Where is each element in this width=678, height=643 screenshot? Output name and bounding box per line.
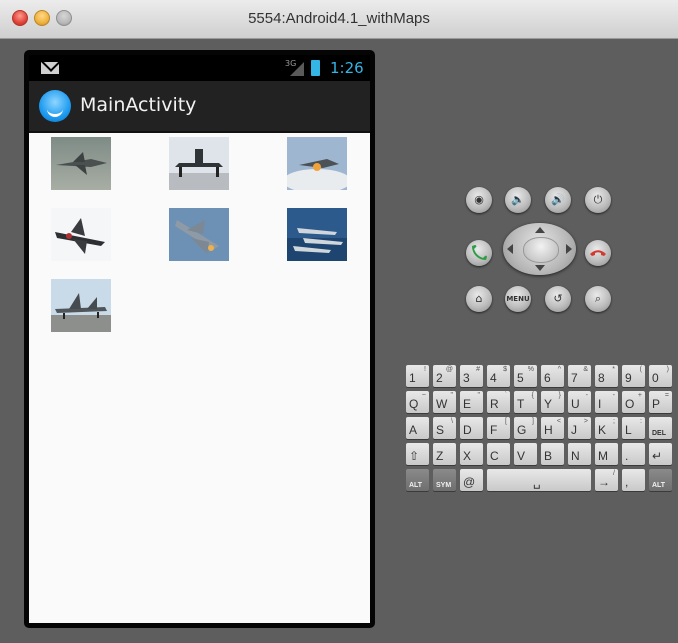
gallery-grid — [29, 133, 370, 623]
qwerty-keyboard: 1! 2 @ 3 # 4 $ 5% 6 ^ 7 & 8 * 9( 0) Q ~ W " E " R… — [406, 365, 672, 493]
back-icon: ↺ — [553, 292, 563, 305]
emulator-window: 5554:Android4.1_withMaps 3G 1:26 MainAct… — [0, 0, 678, 643]
camera-button[interactable]: ◉ — [466, 187, 492, 213]
key-alt-left[interactable]: ALT — [406, 469, 429, 491]
status-bar: 3G 1:26 — [29, 55, 370, 81]
key-alt-right[interactable]: ALT — [649, 469, 672, 491]
menu-button[interactable]: MENU — [505, 286, 531, 312]
gallery-image-6[interactable] — [287, 208, 347, 261]
dpad-right[interactable] — [566, 244, 572, 254]
back-button[interactable]: ↺ — [545, 286, 571, 312]
key-q[interactable]: Q ~ — [406, 391, 429, 413]
key-d[interactable]: D — [460, 417, 483, 439]
gallery-image-3[interactable] — [287, 137, 347, 190]
key-w[interactable]: W " — [433, 391, 456, 413]
key-u[interactable]: U- — [568, 391, 591, 413]
battery-icon — [311, 60, 320, 76]
search-button[interactable]: ⌕ — [585, 286, 611, 312]
key-b[interactable]: B — [541, 443, 564, 465]
activity-title: MainActivity — [80, 94, 197, 116]
power-button[interactable]: ⏻ — [585, 187, 611, 213]
key-m[interactable]: M — [595, 443, 618, 465]
gallery-image-4[interactable] — [51, 208, 111, 261]
volume-up-button[interactable]: 🔊 — [545, 187, 571, 213]
key-o[interactable]: O + — [622, 391, 645, 413]
end-call-button[interactable] — [585, 240, 611, 266]
key-7[interactable]: 7 & — [568, 365, 591, 387]
volume-up-icon: 🔊 — [551, 193, 565, 206]
key-0[interactable]: 0) — [649, 365, 672, 387]
window-titlebar: 5554:Android4.1_withMaps — [0, 0, 678, 39]
key-k[interactable]: K; — [595, 417, 618, 439]
key-6[interactable]: 6 ^ — [541, 365, 564, 387]
mail-icon — [41, 62, 59, 74]
camera-icon: ◉ — [474, 193, 484, 206]
gallery-image-7[interactable] — [51, 279, 111, 332]
key-period[interactable]: . — [622, 443, 645, 465]
key-3[interactable]: 3 # — [460, 365, 483, 387]
key-8[interactable]: 8 * — [595, 365, 618, 387]
key-z[interactable]: Z — [433, 443, 456, 465]
key-e[interactable]: E " — [460, 391, 483, 413]
dpad-left[interactable] — [507, 244, 513, 254]
key-del[interactable]: DEL — [649, 417, 672, 439]
key-2[interactable]: 2 @ — [433, 365, 456, 387]
power-icon: ⏻ — [593, 193, 603, 206]
key-1[interactable]: 1! — [406, 365, 429, 387]
key-at[interactable]: @ — [460, 469, 483, 491]
key-p[interactable]: P = — [649, 391, 672, 413]
search-icon: ⌕ — [594, 292, 602, 305]
key-5[interactable]: 5% — [514, 365, 537, 387]
app-icon[interactable] — [39, 90, 71, 122]
dpad-center[interactable] — [523, 237, 559, 263]
dpad-down[interactable] — [535, 265, 545, 271]
dpad[interactable] — [503, 223, 576, 275]
gallery-image-1[interactable] — [51, 137, 111, 190]
key-g[interactable]: G] — [514, 417, 537, 439]
key-y[interactable]: Y} — [541, 391, 564, 413]
home-button[interactable]: ⌂ — [466, 286, 492, 312]
key-shift[interactable]: ⇧ — [406, 443, 429, 465]
gallery-image-5[interactable] — [169, 208, 229, 261]
call-icon — [472, 245, 487, 260]
status-clock: 1:26 — [330, 59, 364, 77]
key-r[interactable]: R ` — [487, 391, 510, 413]
key-enter[interactable]: ↵ — [649, 443, 672, 465]
key-c[interactable]: C — [487, 443, 510, 465]
key-9[interactable]: 9( — [622, 365, 645, 387]
key-space[interactable]: ␣ — [487, 469, 591, 491]
device-screen-frame: 3G 1:26 MainActivity — [24, 50, 375, 628]
key-comma[interactable]: , — [622, 469, 645, 491]
call-button[interactable] — [466, 240, 492, 266]
key-a[interactable]: A — [406, 417, 429, 439]
signal-icon: 3G — [285, 59, 305, 77]
action-bar: MainActivity — [29, 81, 370, 133]
end-call-icon — [590, 250, 606, 256]
key-i[interactable]: I- — [595, 391, 618, 413]
gallery-image-2[interactable] — [169, 137, 229, 190]
key-n[interactable]: N — [568, 443, 591, 465]
key-s[interactable]: S \ — [433, 417, 456, 439]
key-tab[interactable]: → / — [595, 469, 618, 491]
key-v[interactable]: V — [514, 443, 537, 465]
key-j[interactable]: J > — [568, 417, 591, 439]
menu-label: MENU — [506, 295, 530, 303]
home-icon: ⌂ — [475, 292, 483, 305]
key-t[interactable]: T{ — [514, 391, 537, 413]
key-sym[interactable]: SYM — [433, 469, 456, 491]
window-title: 5554:Android4.1_withMaps — [248, 10, 430, 27]
key-h[interactable]: H < — [541, 417, 564, 439]
dpad-up[interactable] — [535, 227, 545, 233]
volume-down-icon: 🔈 — [511, 193, 525, 206]
key-x[interactable]: X — [460, 443, 483, 465]
key-4[interactable]: 4 $ — [487, 365, 510, 387]
key-l[interactable]: L: — [622, 417, 645, 439]
key-f[interactable]: F[ — [487, 417, 510, 439]
volume-down-button[interactable]: 🔈 — [505, 187, 531, 213]
